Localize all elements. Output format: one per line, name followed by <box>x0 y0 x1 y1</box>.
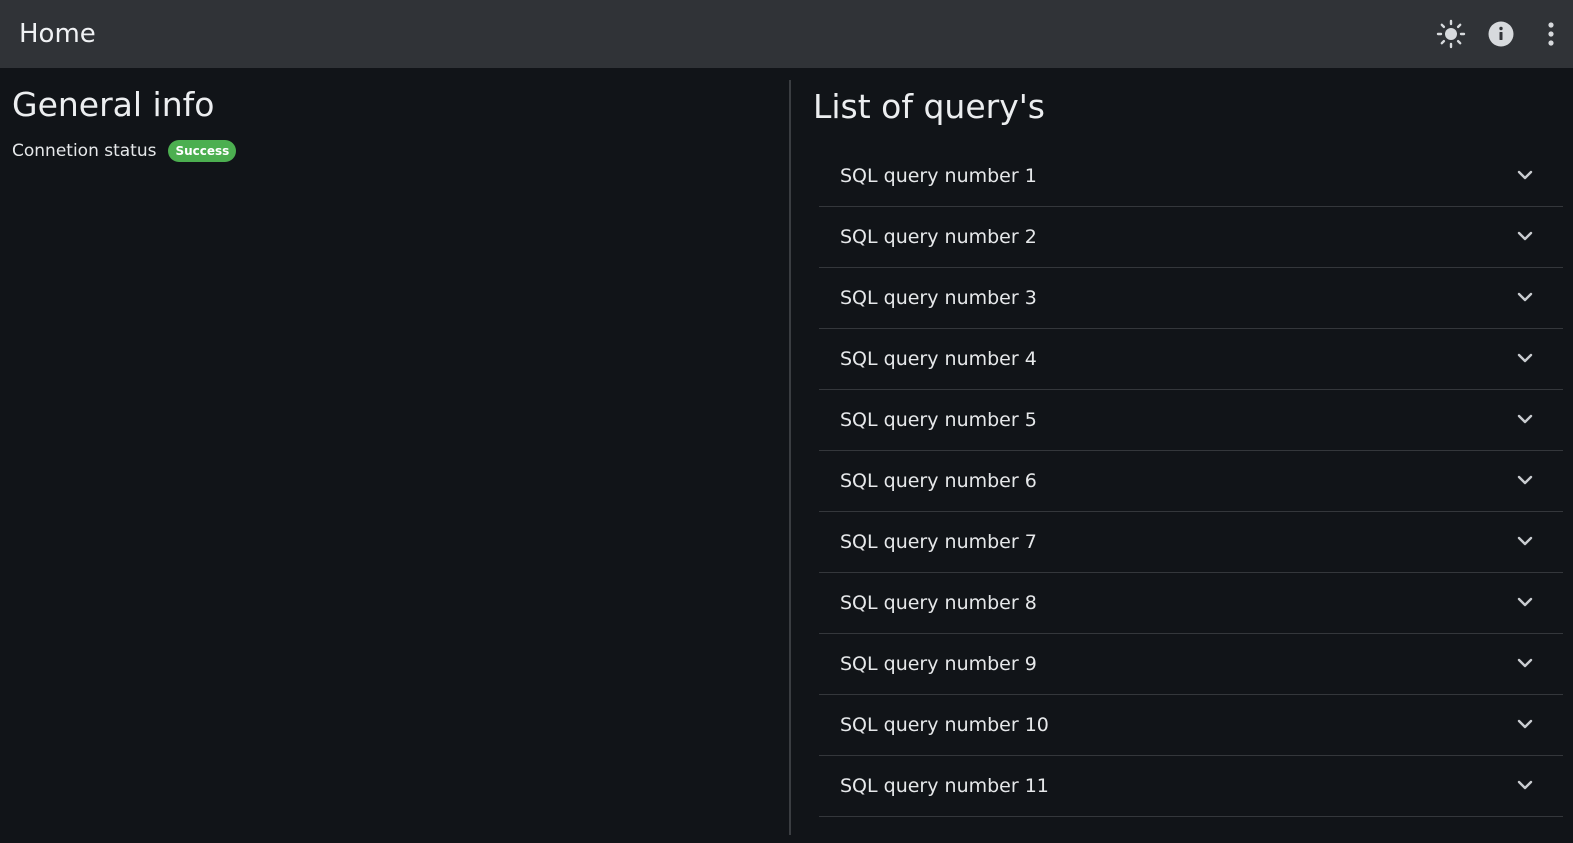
more-menu-button[interactable] <box>1531 14 1571 54</box>
query-label: SQL query number 4 <box>840 348 1037 370</box>
query-item[interactable]: SQL query number 3 <box>819 268 1563 329</box>
query-label: SQL query number 7 <box>840 531 1037 553</box>
chevron-down-icon[interactable] <box>1515 775 1535 795</box>
connection-status-label: Connetion status <box>12 141 157 161</box>
query-item[interactable]: SQL query number 7 <box>819 512 1563 573</box>
chevron-down-icon[interactable] <box>1515 592 1535 612</box>
chevron-down-icon[interactable] <box>1515 714 1535 734</box>
page-title: Home <box>19 19 96 49</box>
chevron-down-icon[interactable] <box>1515 226 1535 246</box>
query-item[interactable]: SQL query number 9 <box>819 634 1563 695</box>
more-vert-icon <box>1548 22 1554 46</box>
info-icon <box>1488 21 1514 47</box>
app-bar: Home <box>0 0 1573 68</box>
chevron-down-icon[interactable] <box>1515 287 1535 307</box>
query-label: SQL query number 8 <box>840 592 1037 614</box>
query-item[interactable]: SQL query number 8 <box>819 573 1563 634</box>
query-label: SQL query number 3 <box>840 287 1037 309</box>
general-info-heading: General info <box>12 85 215 124</box>
query-item[interactable]: SQL query number 4 <box>819 329 1563 390</box>
chevron-down-icon[interactable] <box>1515 470 1535 490</box>
query-item[interactable]: SQL query number 2 <box>819 207 1563 268</box>
query-item[interactable]: SQL query number 5 <box>819 390 1563 451</box>
connection-status-row: Connetion status Success <box>12 139 237 163</box>
query-item[interactable]: SQL query number 10 <box>819 695 1563 756</box>
query-list-panel: List of query's SQL query number 1 SQL qu… <box>791 68 1573 843</box>
query-label: SQL query number 6 <box>840 470 1037 492</box>
query-list-heading: List of query's <box>813 87 1045 126</box>
main-content: General info Connetion status Success Li… <box>0 68 1573 843</box>
query-item[interactable]: SQL query number 6 <box>819 451 1563 512</box>
query-label: SQL query number 10 <box>840 714 1049 736</box>
chevron-down-icon[interactable] <box>1515 165 1535 185</box>
query-item[interactable]: SQL query number 1 <box>819 146 1563 207</box>
chevron-down-icon[interactable] <box>1515 348 1535 368</box>
sun-icon <box>1436 19 1466 49</box>
chevron-down-icon[interactable] <box>1515 653 1535 673</box>
query-label: SQL query number 5 <box>840 409 1037 431</box>
status-badge: Success <box>168 140 237 162</box>
query-item[interactable]: SQL query number 11 <box>819 756 1563 817</box>
query-label: SQL query number 11 <box>840 775 1049 797</box>
theme-toggle-button[interactable] <box>1431 14 1471 54</box>
query-label: SQL query number 2 <box>840 226 1037 248</box>
general-info-panel: General info Connetion status Success <box>0 68 790 843</box>
query-label: SQL query number 9 <box>840 653 1037 675</box>
chevron-down-icon[interactable] <box>1515 531 1535 551</box>
info-button[interactable] <box>1481 14 1521 54</box>
query-accordion: SQL query number 1 SQL query number 2 SQL … <box>819 146 1563 817</box>
chevron-down-icon[interactable] <box>1515 409 1535 429</box>
query-label: SQL query number 1 <box>840 165 1037 187</box>
